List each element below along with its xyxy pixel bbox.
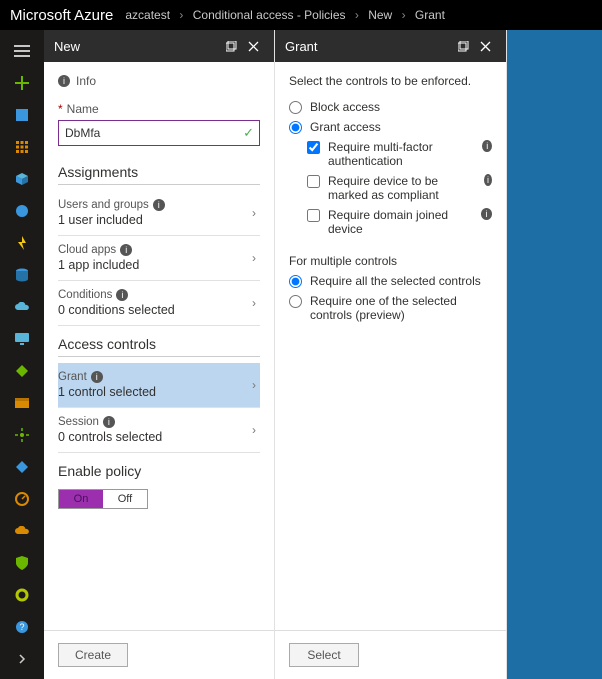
info-icon: i [116, 289, 128, 301]
check-require-domain[interactable]: Require domain joined devicei [307, 208, 492, 236]
left-sidebar: ? [0, 30, 44, 679]
toggle-off[interactable]: Off [103, 490, 147, 508]
info-icon: i [103, 416, 115, 428]
hamburger-icon[interactable] [4, 36, 40, 66]
grant-intro: Select the controls to be enforced. [289, 74, 492, 88]
row-cloud-apps[interactable]: Cloud appsi 1 app included › [58, 236, 260, 281]
plus-icon[interactable] [4, 68, 40, 98]
restore-icon[interactable] [220, 35, 242, 57]
create-button[interactable]: Create [58, 643, 128, 667]
access-controls-title: Access controls [58, 336, 260, 357]
portal-background [507, 30, 602, 679]
info-icon: i [91, 371, 103, 383]
info-icon: i [58, 75, 70, 87]
enable-policy-toggle[interactable]: On Off [58, 489, 148, 509]
globe-icon[interactable] [4, 196, 40, 226]
info-icon: i [120, 244, 132, 256]
blade-new-title: New [54, 39, 80, 54]
cube-icon[interactable] [4, 164, 40, 194]
sql-icon[interactable] [4, 260, 40, 290]
function-icon[interactable] [4, 228, 40, 258]
monitor-icon[interactable] [4, 324, 40, 354]
dashboard-icon[interactable] [4, 100, 40, 130]
row-conditions[interactable]: Conditionsi 0 conditions selected › [58, 281, 260, 326]
check-require-compliant[interactable]: Require device to be marked as compliant… [307, 174, 492, 202]
row-users-groups[interactable]: Users and groupsi 1 user included › [58, 191, 260, 236]
network-icon[interactable] [4, 420, 40, 450]
radio-require-all[interactable]: Require all the selected controls [289, 274, 492, 288]
chevron-right-icon: › [252, 378, 256, 392]
top-bar: Microsoft Azure azcatest › Conditional a… [0, 0, 602, 30]
brand: Microsoft Azure [10, 7, 113, 24]
gauge-icon[interactable] [4, 484, 40, 514]
chevron-right-icon: › [252, 296, 256, 310]
info-icon: i [484, 174, 492, 186]
close-icon[interactable] [242, 35, 264, 57]
storage-icon[interactable] [4, 388, 40, 418]
check-require-mfa[interactable]: Require multi-factor authenticationi [307, 140, 492, 168]
shield-icon[interactable] [4, 548, 40, 578]
info-icon: i [153, 199, 165, 211]
info-icon: i [482, 140, 492, 152]
toggle-on[interactable]: On [59, 490, 103, 508]
close-icon[interactable] [474, 35, 496, 57]
more-icon[interactable] [4, 644, 40, 674]
valid-check-icon: ✓ [243, 125, 254, 141]
radio-grant-access[interactable]: Grant access [289, 120, 492, 134]
circle-icon[interactable] [4, 580, 40, 610]
blade-new: New i Info *Name ✓ Assignments Us [44, 30, 275, 679]
chevron-right-icon: › [252, 251, 256, 265]
restore-icon[interactable] [452, 35, 474, 57]
diamond-icon[interactable] [4, 356, 40, 386]
cloud-icon[interactable] [4, 292, 40, 322]
row-session[interactable]: Sessioni 0 controls selected › [58, 408, 260, 453]
diamond-blue-icon[interactable] [4, 452, 40, 482]
blade-grant: Grant Select the controls to be enforced… [275, 30, 507, 679]
help-icon[interactable]: ? [4, 612, 40, 642]
name-label: *Name [58, 102, 260, 116]
info-link[interactable]: i Info [58, 74, 260, 88]
info-icon: i [481, 208, 492, 220]
svg-text:?: ? [19, 622, 24, 632]
chevron-right-icon: › [252, 423, 256, 437]
chevron-right-icon: › [252, 206, 256, 220]
name-input[interactable] [58, 120, 260, 146]
radio-block-access[interactable]: Block access [289, 100, 492, 114]
enable-policy-title: Enable policy [58, 463, 260, 483]
blade-grant-title: Grant [285, 39, 318, 54]
grid-icon[interactable] [4, 132, 40, 162]
assignments-title: Assignments [58, 164, 260, 185]
multiple-controls-title: For multiple controls [289, 254, 492, 268]
cloud-orange-icon[interactable] [4, 516, 40, 546]
row-grant[interactable]: Granti 1 control selected › [58, 363, 260, 408]
breadcrumb[interactable]: azcatest › Conditional access - Policies… [125, 8, 445, 22]
select-button[interactable]: Select [289, 643, 359, 667]
radio-require-one[interactable]: Require one of the selected controls (pr… [289, 294, 492, 322]
